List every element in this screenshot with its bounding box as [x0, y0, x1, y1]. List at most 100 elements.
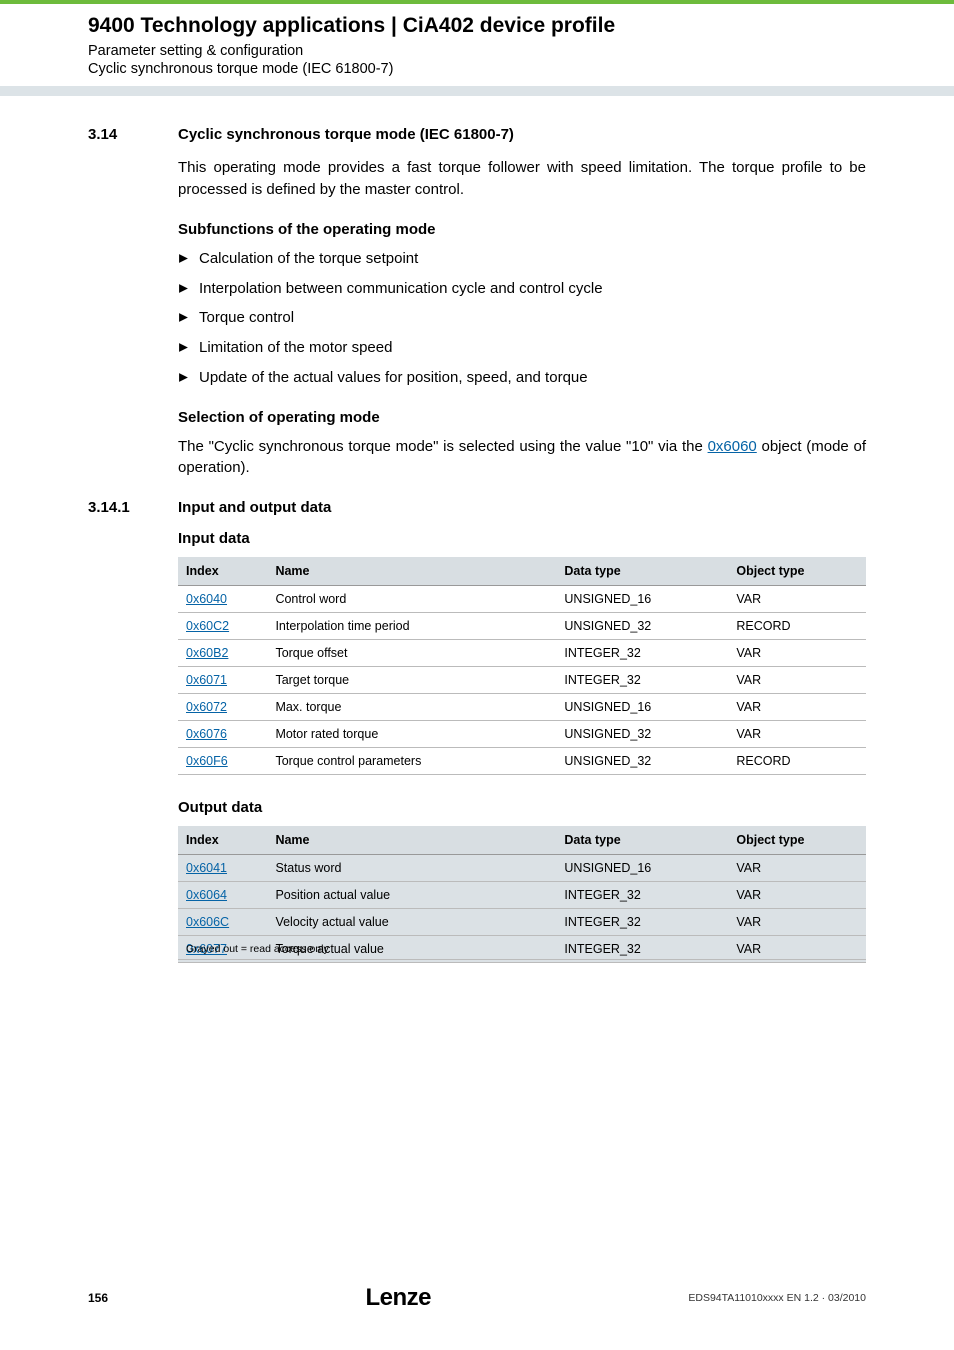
cell-name: Target torque	[267, 667, 556, 694]
doc-subtitle-1: Parameter setting & configuration	[88, 42, 866, 60]
page-footer: 156 Lenze EDS94TA11010xxxx EN 1.2 · 03/2…	[0, 1284, 954, 1312]
table-row: 0x6040 Control wordUNSIGNED_16VAR	[178, 586, 866, 613]
cell-data-type: UNSIGNED_32	[556, 721, 728, 748]
index-link[interactable]: 0x6071	[186, 673, 227, 687]
col-name: Name	[267, 826, 556, 855]
index-link[interactable]: 0x606C	[186, 915, 229, 929]
selection-paragraph: The "Cyclic synchronous torque mode" is …	[178, 436, 866, 480]
bullet-text: Limitation of the motor speed	[199, 337, 392, 359]
cell-object-type: RECORD	[728, 613, 866, 640]
index-link[interactable]: 0x60C2	[186, 619, 229, 633]
input-data-table: Index Name Data type Object type 0x6040C…	[178, 557, 866, 775]
intro-paragraph: This operating mode provides a fast torq…	[178, 157, 866, 201]
cell-data-type: INTEGER_32	[556, 667, 728, 694]
subfunctions-list: Calculation of the torque setpoint Interp…	[178, 248, 866, 389]
cell-data-type: UNSIGNED_32	[556, 748, 728, 775]
cell-index: 0x6064	[178, 882, 267, 909]
triangle-bullet-icon	[178, 283, 189, 294]
cell-data-type: INTEGER_32	[556, 640, 728, 667]
cell-data-type: INTEGER_32	[556, 909, 728, 936]
cell-index: 0x60C2	[178, 613, 267, 640]
cell-object-type: VAR	[728, 909, 866, 936]
cell-object-type: VAR	[728, 667, 866, 694]
bullet-item: Interpolation between communication cycl…	[178, 278, 866, 300]
cell-object-type: VAR	[728, 694, 866, 721]
cell-object-type: VAR	[728, 721, 866, 748]
cell-data-type: UNSIGNED_32	[556, 613, 728, 640]
doc-id: EDS94TA11010xxxx EN 1.2 · 03/2010	[688, 1292, 866, 1304]
index-link[interactable]: 0x6041	[186, 861, 227, 875]
table-row: 0x6041Status wordUNSIGNED_16VAR	[178, 855, 866, 882]
col-object-type: Object type	[728, 826, 866, 855]
footnote-row: Grayed out = read access only	[178, 939, 866, 960]
bullet-item: Calculation of the torque setpoint	[178, 248, 866, 270]
index-link[interactable]: 0x60F6	[186, 754, 228, 768]
index-link[interactable]: 0x6076	[186, 727, 227, 741]
output-data-heading: Output data	[178, 799, 866, 816]
page-header: 9400 Technology applications | CiA402 de…	[0, 14, 954, 78]
cell-index: 0x60F6	[178, 748, 267, 775]
cell-index: 0x6071	[178, 667, 267, 694]
table-row: 0x60F6Torque control parametersUNSIGNED_…	[178, 748, 866, 775]
cell-name: Control word	[267, 586, 556, 613]
index-link[interactable]: 0x60B2	[186, 646, 228, 660]
section-title: Input and output data	[178, 499, 331, 516]
bullet-text: Torque control	[199, 307, 294, 329]
bullet-text: Update of the actual values for position…	[199, 367, 588, 389]
cell-name: Interpolation time period	[267, 613, 556, 640]
bullet-item: Torque control	[178, 307, 866, 329]
doc-title: 9400 Technology applications | CiA402 de…	[88, 14, 866, 38]
col-data-type: Data type	[556, 826, 728, 855]
section-3-14-1-heading: 3.14.1 Input and output data	[88, 499, 866, 516]
doc-subtitle-2: Cyclic synchronous torque mode (IEC 6180…	[88, 60, 866, 78]
cell-object-type: RECORD	[728, 748, 866, 775]
selection-text-1: The "Cyclic synchronous torque mode" is …	[178, 438, 708, 455]
table-row: 0x6071 Target torqueINTEGER_32VAR	[178, 667, 866, 694]
page-number: 156	[88, 1291, 108, 1305]
triangle-bullet-icon	[178, 342, 189, 353]
divider-bar	[0, 86, 954, 96]
col-object-type: Object type	[728, 557, 866, 586]
table-row: 0x6076 Motor rated torqueUNSIGNED_32VAR	[178, 721, 866, 748]
input-data-heading: Input data	[178, 530, 866, 547]
index-link[interactable]: 0x6064	[186, 888, 227, 902]
section-title: Cyclic synchronous torque mode (IEC 6180…	[178, 126, 514, 143]
cell-name: Max. torque	[267, 694, 556, 721]
section-number: 3.14.1	[88, 499, 178, 516]
cell-index: 0x6072	[178, 694, 267, 721]
bullet-text: Interpolation between communication cycl…	[199, 278, 603, 300]
footnote-text: Grayed out = read access only	[178, 939, 866, 960]
table-row: 0x60C2 Interpolation time periodUNSIGNED_…	[178, 613, 866, 640]
col-index: Index	[178, 557, 267, 586]
triangle-bullet-icon	[178, 372, 189, 383]
bullet-text: Calculation of the torque setpoint	[199, 248, 418, 270]
link-0x6060[interactable]: 0x6060	[708, 438, 757, 455]
cell-name: Motor rated torque	[267, 721, 556, 748]
table-row: 0x6072Max. torqueUNSIGNED_16VAR	[178, 694, 866, 721]
cell-index: 0x6041	[178, 855, 267, 882]
subfunctions-heading: Subfunctions of the operating mode	[178, 221, 866, 238]
cell-name: Status word	[267, 855, 556, 882]
cell-object-type: VAR	[728, 640, 866, 667]
table-row: 0x606CVelocity actual valueINTEGER_32VAR	[178, 909, 866, 936]
section-3-14-heading: 3.14 Cyclic synchronous torque mode (IEC…	[88, 126, 866, 143]
cell-data-type: UNSIGNED_16	[556, 586, 728, 613]
table-row: 0x6064Position actual valueINTEGER_32VAR	[178, 882, 866, 909]
cell-index: 0x606C	[178, 909, 267, 936]
triangle-bullet-icon	[178, 253, 189, 264]
cell-name: Torque offset	[267, 640, 556, 667]
accent-bar	[0, 0, 954, 4]
section-number: 3.14	[88, 126, 178, 143]
col-data-type: Data type	[556, 557, 728, 586]
triangle-bullet-icon	[178, 312, 189, 323]
cell-data-type: UNSIGNED_16	[556, 855, 728, 882]
cell-object-type: VAR	[728, 882, 866, 909]
cell-index: 0x6076	[178, 721, 267, 748]
lenze-logo: Lenze	[365, 1284, 431, 1312]
cell-object-type: VAR	[728, 586, 866, 613]
selection-heading: Selection of operating mode	[178, 409, 866, 426]
cell-index: 0x60B2	[178, 640, 267, 667]
index-link[interactable]: 0x6072	[186, 700, 227, 714]
index-link[interactable]: 0x6040	[186, 592, 227, 606]
bullet-item: Limitation of the motor speed	[178, 337, 866, 359]
